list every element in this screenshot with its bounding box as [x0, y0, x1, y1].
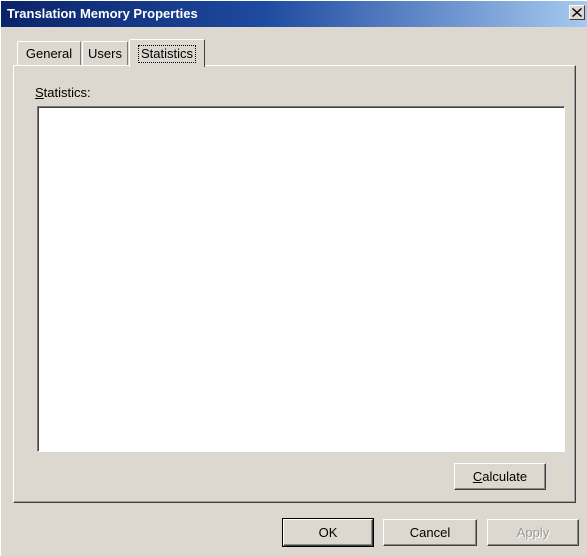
calculate-button[interactable]: Calculate [454, 463, 546, 490]
tab-general[interactable]: General [17, 41, 81, 65]
tab-statistics-label: Statistics [137, 44, 196, 63]
tab-users-label: Users [88, 46, 122, 61]
apply-label: Apply [516, 525, 550, 540]
cancel-button[interactable]: Cancel [383, 519, 477, 546]
tab-general-label: General [25, 46, 73, 61]
ok-label: OK [318, 525, 338, 540]
tab-statistics[interactable]: Statistics [129, 39, 205, 67]
statistics-label-accesskey: S [35, 85, 44, 100]
window-title: Translation Memory Properties [7, 6, 198, 21]
cancel-label: Cancel [409, 525, 451, 540]
close-button[interactable] [569, 5, 585, 20]
title-bar[interactable]: Translation Memory Properties [1, 1, 587, 27]
calculate-accesskey: C [472, 469, 483, 484]
close-icon [572, 8, 582, 17]
statistics-label-text: tatistics: [43, 85, 91, 100]
statistics-panel: Statistics: Calculate [13, 65, 576, 503]
apply-button[interactable]: Apply [487, 519, 579, 546]
statistics-textbox[interactable] [37, 106, 565, 452]
dialog-window: Translation Memory Properties General Us… [0, 0, 587, 556]
ok-button[interactable]: OK [282, 518, 374, 547]
statistics-label: Statistics: [35, 85, 91, 100]
calculate-label: alculate [482, 469, 528, 484]
tab-users[interactable]: Users [82, 41, 128, 65]
